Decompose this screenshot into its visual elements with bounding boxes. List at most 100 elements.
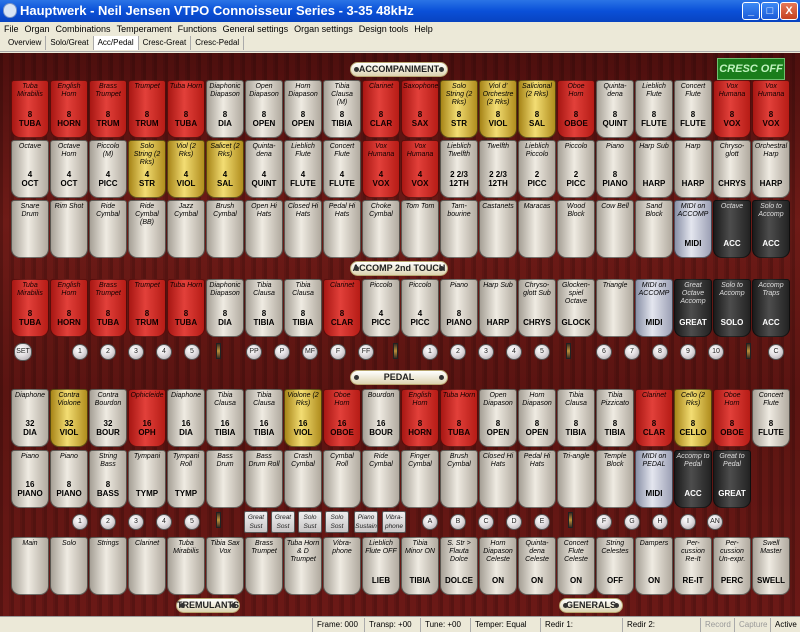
stop-tab[interactable]: Tuba Horn 8 TUBA [167, 80, 205, 138]
stop-tab[interactable]: Tympani Roll TYMP [167, 450, 205, 508]
sustain-switch[interactable]: Great Sust [244, 511, 268, 533]
stop-tab[interactable]: Oboe Horn 8 OBOE [713, 389, 751, 447]
stop-tab[interactable]: Trumpet 8 TRUM [128, 279, 166, 337]
cresc-off-indicator[interactable]: CRESC OFF [717, 58, 785, 80]
stop-tab[interactable]: Brass Trumpet [245, 537, 283, 595]
piston[interactable]: E [534, 514, 550, 530]
piston[interactable]: B [450, 514, 466, 530]
stop-tab[interactable]: Concert Flute 8 FLUTE [752, 389, 790, 447]
stop-tab[interactable]: Contra Bourdon 32 BOUR [89, 389, 127, 447]
stop-tab[interactable]: Tuba Mirabilis 8 TUBA [11, 279, 49, 337]
stop-tab[interactable]: Jazz Cymbal [167, 200, 205, 258]
stop-tab[interactable]: Octave Horn 4 OCT [50, 140, 88, 198]
stop-tab[interactable]: Crash Cymbal [284, 450, 322, 508]
stop-tab[interactable]: Salicet (2 Rks) 4 SAL [206, 140, 244, 198]
stop-tab[interactable]: Concert Flute 8 FLUTE [674, 80, 712, 138]
stop-tab[interactable]: Diaphone 16 DIA [167, 389, 205, 447]
stop-tab[interactable]: English Horn 8 HORN [50, 279, 88, 337]
sustain-switch[interactable]: Solo Sost [325, 511, 349, 533]
stop-tab[interactable]: Piccolo (M) 4 PICC [89, 140, 127, 198]
stop-tab[interactable]: Diaphonic Diapason 8 DIA [206, 279, 244, 337]
stop-tab[interactable]: Dampers ON [635, 537, 673, 595]
stop-tab[interactable]: Finger Cymbal [401, 450, 439, 508]
piston[interactable]: 5 [534, 344, 550, 360]
stop-tab[interactable]: Brass Trumpet 8 TUBA [89, 279, 127, 337]
stop-tab[interactable]: MIDI on PEDAL MIDI [635, 450, 673, 508]
piston[interactable]: 1 [422, 344, 438, 360]
stop-tab[interactable]: Sand Block [635, 200, 673, 258]
piston[interactable]: 1 [72, 514, 88, 530]
stop-tab[interactable]: Choke Cymbal [362, 200, 400, 258]
piston[interactable]: 5 [184, 514, 200, 530]
stop-tab[interactable]: Accomp Traps ACC [752, 279, 790, 337]
stop-tab[interactable]: Cello (2 Rks) 8 CELLO [674, 389, 712, 447]
stop-tab[interactable]: MIDI on ACCOMP MIDI [635, 279, 673, 337]
piston[interactable]: 3 [128, 514, 144, 530]
stop-tab[interactable]: Rim Shot [50, 200, 88, 258]
stop-tab[interactable]: Oboe Horn 16 OBOE [323, 389, 361, 447]
stop-tab[interactable]: Twelfth 2 2/3 12TH [479, 140, 517, 198]
stop-tab[interactable]: English Horn 8 HORN [401, 389, 439, 447]
stop-tab[interactable]: Brass Trumpet 8 TRUM [89, 80, 127, 138]
piston[interactable]: 7 [624, 344, 640, 360]
piston[interactable]: 1 [72, 344, 88, 360]
stop-tab[interactable]: Clarinet 8 CLAR [362, 80, 400, 138]
stop-tab[interactable]: Horn Diapason 8 OPEN [518, 389, 556, 447]
stop-tab[interactable]: Lieblich Flute 8 FLUTE [635, 80, 673, 138]
piston[interactable]: 4 [506, 344, 522, 360]
piston[interactable]: P [274, 344, 290, 360]
piston[interactable]: I [680, 514, 696, 530]
stop-tab[interactable]: Piccolo 4 PICC [401, 279, 439, 337]
stop-tab[interactable]: Tuba Mirabilis 8 TUBA [11, 80, 49, 138]
menu-functions[interactable]: Functions [178, 24, 217, 34]
stop-tab[interactable]: Chryso-glott CHRYS [713, 140, 751, 198]
stop-tab[interactable]: Tibia Clausa 16 TIBIA [245, 389, 283, 447]
stop-tab[interactable]: Ride Cymbal (BB) [128, 200, 166, 258]
piston[interactable]: PP [246, 344, 262, 360]
stop-tab[interactable]: Closed Hi Hats [284, 200, 322, 258]
tab-acc-pedal[interactable]: Acc/Pedal [93, 36, 139, 50]
stop-tab[interactable]: Wood Block [557, 200, 595, 258]
stop-tab[interactable]: Harp Sub HARP [635, 140, 673, 198]
stop-tab[interactable]: Per-cussion Re-It RE-IT [674, 537, 712, 595]
sustain-switch[interactable]: Solo Sust [298, 511, 322, 533]
piston[interactable]: FF [358, 344, 374, 360]
stop-tab[interactable]: Pedal Hi Hats [323, 200, 361, 258]
stop-tab[interactable]: Piano 16 PIANO [11, 450, 49, 508]
stop-tab[interactable]: Swell Master SWELL [752, 537, 790, 595]
stop-tab[interactable]: Viol (2 Rks) 4 VIOL [167, 140, 205, 198]
stop-tab[interactable]: Great to Pedal GREAT [713, 450, 751, 508]
menu-organ[interactable]: Organ [25, 24, 50, 34]
stop-tab[interactable]: Cymbal Roll [323, 450, 361, 508]
stop-tab[interactable]: Ride Cymbal [89, 200, 127, 258]
stop-tab[interactable]: Main [11, 537, 49, 595]
stop-tab[interactable]: Glocken-spiel Octave GLOCK [557, 279, 595, 337]
tab-cresc-great[interactable]: Cresc-Great [139, 36, 192, 50]
piston[interactable]: 6 [596, 344, 612, 360]
stop-tab[interactable]: Trumpet 8 TRUM [128, 80, 166, 138]
menu-design-tools[interactable]: Design tools [359, 24, 409, 34]
stop-tab[interactable]: Lieblich Piccolo 2 PICC [518, 140, 556, 198]
stop-tab[interactable]: Clarinet 8 CLAR [635, 389, 673, 447]
stop-tab[interactable]: Lieblich Twelfth 2 2/3 12TH [440, 140, 478, 198]
stop-tab[interactable]: Concert Flute Celeste ON [557, 537, 595, 595]
stop-tab[interactable]: Pedal Hi Hats [518, 450, 556, 508]
stop-tab[interactable]: Quinta-dena 8 QUINT [596, 80, 634, 138]
stop-tab[interactable]: Tam-bourine [440, 200, 478, 258]
stop-tab[interactable]: Tibia Clausa 8 TIBIA [284, 279, 322, 337]
stop-tab[interactable]: Tibia Clausa 16 TIBIA [206, 389, 244, 447]
stop-tab[interactable]: Vox Humana 4 VOX [362, 140, 400, 198]
stop-tab[interactable]: Solo [50, 537, 88, 595]
piston[interactable]: 4 [156, 344, 172, 360]
maximize-button[interactable]: □ [761, 2, 779, 20]
stop-tab[interactable]: Oboe Horn 8 OBOE [557, 80, 595, 138]
piston[interactable]: D [506, 514, 522, 530]
stop-tab[interactable]: String Celestes OFF [596, 537, 634, 595]
stop-tab[interactable]: Open Diapason 8 OPEN [245, 80, 283, 138]
stop-tab[interactable]: Saxophone 8 SAX [401, 80, 439, 138]
stop-tab[interactable]: Bass Drum [206, 450, 244, 508]
stop-tab[interactable]: Contra Violone 32 VIOL [50, 389, 88, 447]
piston[interactable]: G [624, 514, 640, 530]
stop-tab[interactable]: Clarinet [128, 537, 166, 595]
stop-tab[interactable]: Maracas [518, 200, 556, 258]
